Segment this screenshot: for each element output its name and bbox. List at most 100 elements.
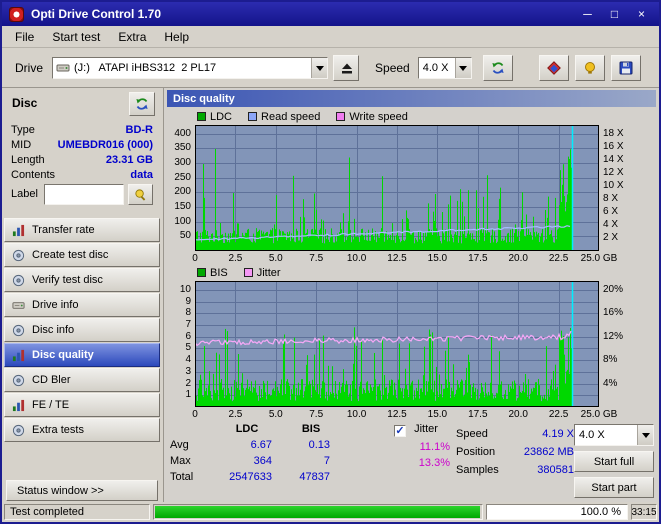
chart-icon bbox=[12, 399, 25, 411]
app-window: Opti Drive Control 1.70 ─ □ × File Start… bbox=[0, 0, 661, 524]
scan-stats: Speed 4.19 X Position 23862 MB Samples 3805… bbox=[456, 428, 574, 482]
sidebar-item-disc-quality[interactable]: Disc quality bbox=[4, 343, 160, 367]
axis-tick-label: 5.0 bbox=[268, 409, 283, 420]
axis-tick-label: 350 bbox=[174, 142, 191, 154]
sidebar-item-transfer-rate[interactable]: Transfer rate bbox=[4, 218, 160, 242]
dropdown-arrow-icon[interactable] bbox=[454, 57, 471, 78]
axis-tick-label: 10.0 bbox=[346, 409, 367, 420]
disc-contents-value[interactable]: data bbox=[130, 169, 153, 181]
sidebar-item-label: CD Bler bbox=[32, 374, 71, 386]
ldc-legend-swatch bbox=[197, 112, 206, 121]
disc-type-label: Type bbox=[11, 124, 35, 136]
axis-tick-label: 0 bbox=[192, 253, 198, 264]
eject-button[interactable] bbox=[333, 54, 360, 81]
bis-legend-swatch bbox=[197, 268, 206, 277]
axis-tick-label: 50 bbox=[179, 230, 191, 242]
jitter-checkbox[interactable]: ✓ bbox=[394, 425, 406, 437]
sound-button[interactable] bbox=[575, 54, 605, 81]
jitter-legend-swatch bbox=[243, 268, 253, 277]
start-part-button[interactable]: Start part bbox=[574, 477, 654, 498]
disc-label-input[interactable] bbox=[44, 184, 124, 205]
jitter-block: ✓ Jitter 11.1% 13.3% bbox=[394, 423, 456, 469]
maximize-icon: □ bbox=[610, 7, 619, 21]
scan-speed-value: 4.0 X bbox=[579, 429, 605, 441]
position-stat-value: 23862 MB bbox=[523, 446, 574, 458]
sidebar-item-label: Disc info bbox=[32, 324, 75, 336]
dropdown-arrow-icon[interactable] bbox=[311, 57, 328, 78]
status-bar: Test completed 100.0 % 33:15 bbox=[2, 502, 659, 522]
sidebar-item-label: Transfer rate bbox=[32, 224, 95, 236]
drive-select[interactable]: (J:) ATAPI iHBS312 2 PL17 bbox=[52, 56, 329, 79]
menu-start-test[interactable]: Start test bbox=[43, 27, 109, 47]
results-table: LDC BIS Avg 6.67 0.13 Max 364 7 Total 25… bbox=[170, 423, 340, 483]
drive-icon bbox=[56, 64, 70, 71]
refresh-disc-button[interactable] bbox=[129, 92, 155, 116]
minimize-icon: ─ bbox=[583, 7, 592, 21]
menu-help[interactable]: Help bbox=[155, 27, 198, 47]
axis-tick-label: 17.5 bbox=[468, 409, 488, 420]
status-window-button[interactable]: Status window >> bbox=[6, 480, 158, 501]
avg-ldc-value: 6.67 bbox=[250, 439, 272, 451]
refresh-speed-button[interactable] bbox=[482, 54, 513, 81]
sidebar-item-extra-tests[interactable]: Extra tests bbox=[4, 418, 160, 442]
sidebar-item-cd-bler[interactable]: CD Bler bbox=[4, 368, 160, 392]
menu-extra[interactable]: Extra bbox=[109, 27, 155, 47]
drive-select-value: (J:) ATAPI iHBS312 2 PL17 bbox=[74, 61, 217, 74]
disc-icon bbox=[12, 249, 25, 261]
dropdown-arrow-icon[interactable] bbox=[637, 425, 653, 445]
app-icon bbox=[9, 6, 24, 22]
sidebar-item-fe-te[interactable]: FE / TE bbox=[4, 393, 160, 417]
sidebar-item-create-test-disc[interactable]: Create test disc bbox=[4, 243, 160, 267]
axis-tick-label: 0 bbox=[192, 409, 198, 420]
scan-speed-select[interactable]: 4.0 X bbox=[574, 424, 654, 446]
close-button[interactable]: × bbox=[628, 5, 655, 24]
axis-tick-label: 25.0 GB bbox=[580, 409, 618, 420]
position-stat-label: Position bbox=[456, 446, 496, 458]
axis-tick-label: 7.5 bbox=[309, 409, 324, 420]
start-full-label: Start full bbox=[593, 455, 635, 468]
colors-button[interactable] bbox=[539, 54, 569, 81]
disc-label-label: Label bbox=[11, 188, 38, 200]
disc-mid-value: UMEBDR016 (000) bbox=[57, 139, 153, 151]
sidebar-item-verify-test-disc[interactable]: Verify test disc bbox=[4, 268, 160, 292]
menu-file[interactable]: File bbox=[6, 27, 43, 47]
bis-jitter-chart bbox=[195, 281, 599, 407]
axis-tick-label: 22.5 bbox=[548, 409, 569, 420]
axis-tick-label: 3 bbox=[185, 365, 191, 377]
sidebar-item-disc-info[interactable]: Disc info bbox=[4, 318, 160, 342]
read-label-button[interactable] bbox=[128, 184, 153, 205]
axis-tick-label: 300 bbox=[174, 157, 191, 169]
axis-tick-label: 6 bbox=[185, 330, 191, 342]
axis-tick-label: 7 bbox=[185, 318, 191, 330]
start-full-button[interactable]: Start full bbox=[574, 451, 654, 472]
save-button[interactable] bbox=[611, 54, 641, 81]
floppy-icon bbox=[619, 61, 633, 74]
bis-column-header: BIS bbox=[301, 423, 321, 435]
axis-tick-label: 9 bbox=[185, 295, 191, 307]
disc-icon bbox=[12, 274, 25, 286]
speed-select[interactable]: 4.0 X bbox=[417, 56, 472, 79]
read-speed-legend-swatch bbox=[248, 112, 258, 121]
progress-fill bbox=[155, 506, 480, 518]
axis-tick-label: 5.0 bbox=[268, 253, 283, 264]
chart-icon bbox=[12, 224, 25, 236]
total-row-label: Total bbox=[170, 471, 194, 483]
axis-tick-label: 8 X bbox=[603, 193, 619, 205]
sidebar-item-drive-info[interactable]: Drive info bbox=[4, 293, 160, 317]
max-bis-value: 7 bbox=[323, 455, 330, 467]
total-bis-value: 47837 bbox=[299, 471, 330, 483]
total-ldc-value: 2547633 bbox=[229, 471, 272, 483]
drive-label: Drive bbox=[15, 60, 44, 75]
axis-tick-label: 8% bbox=[603, 354, 618, 366]
legend-label: Write speed bbox=[349, 110, 408, 123]
search-icon bbox=[135, 189, 146, 201]
maximize-button[interactable]: □ bbox=[601, 5, 628, 24]
title-bar: Opti Drive Control 1.70 ─ □ × bbox=[2, 2, 659, 26]
axis-tick-label: 20.0 bbox=[508, 409, 528, 420]
axis-tick-label: 25.0 GB bbox=[580, 253, 618, 264]
max-ldc-value: 364 bbox=[253, 455, 272, 467]
ldc-chart bbox=[195, 125, 599, 251]
status-window-label: Status window >> bbox=[17, 484, 104, 497]
axis-tick-label: 17.5 bbox=[468, 253, 488, 264]
minimize-button[interactable]: ─ bbox=[574, 5, 601, 24]
